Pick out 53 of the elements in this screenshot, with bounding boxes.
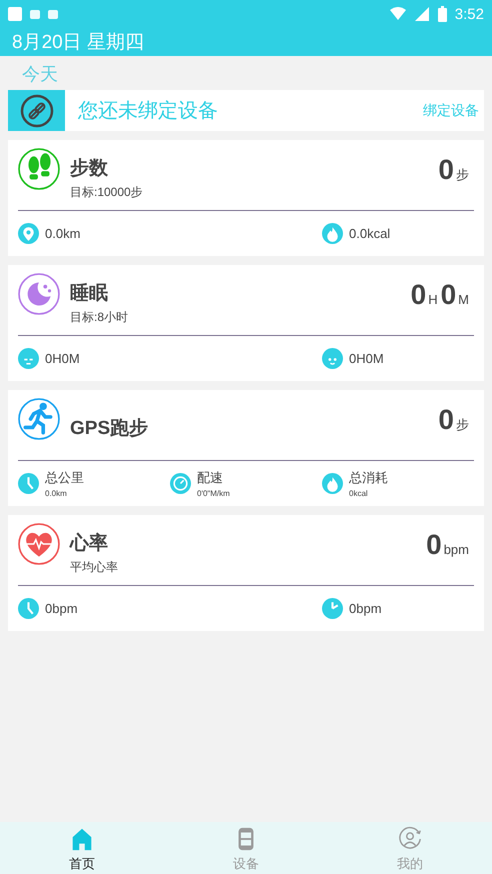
link-icon: [8, 90, 65, 131]
sleep-card[interactable]: 睡眠 目标:8小时 0 H 0 M 0H0M 0H0M: [8, 265, 484, 381]
stat-value: 0.0km: [45, 226, 80, 241]
clock-time: 3:52: [454, 6, 484, 22]
card-subtitle: 目标:8小时: [70, 309, 130, 326]
date-title: 8月20日 星期四: [12, 31, 144, 55]
section-label: 今天: [21, 63, 59, 86]
card-title: 心率: [70, 532, 109, 556]
clock-icon: [18, 598, 39, 619]
clock-icon: [322, 598, 343, 619]
value-unit: 步: [456, 416, 469, 434]
flame-icon: [322, 223, 343, 244]
stat-label: 配速: [197, 469, 224, 487]
value-unit: 步: [456, 166, 469, 184]
person-icon: [396, 826, 424, 852]
stat-value: 0bpm: [45, 601, 78, 616]
stat-value: 0H0M: [349, 351, 384, 366]
heart-card[interactable]: 心率 平均心率 0 bpm 0bpm 0bpm: [8, 515, 484, 631]
value-number: 0: [440, 279, 456, 311]
stat-value: 0H0M: [45, 351, 80, 366]
card-subtitle: 目标:10000步: [70, 184, 144, 201]
sleeping-face-icon: [18, 348, 39, 369]
stat-value: 0.0kcal: [349, 226, 390, 241]
bind-message: 您还未绑定设备: [78, 99, 219, 124]
value-number: 0: [410, 279, 426, 311]
steps-card[interactable]: 步数 目标:10000步 0 步 0.0km 0.0kcal: [8, 140, 484, 256]
nav-tab[interactable]: 首页: [0, 822, 164, 874]
value-number: 0: [438, 154, 454, 186]
stat-value: 0'0"M/km: [197, 489, 230, 498]
face-icon: [322, 348, 343, 369]
value-number: 0: [438, 404, 454, 436]
notification-icon: [8, 7, 22, 21]
pin-icon: [18, 223, 39, 244]
stat-value: 0bpm: [349, 601, 382, 616]
card-title: 步数: [70, 157, 109, 181]
wifi-icon: [390, 6, 406, 22]
flame-icon: [322, 473, 343, 494]
clock-icon: [18, 473, 39, 494]
battery-icon: [438, 6, 447, 22]
stat-label: 总消耗: [349, 469, 388, 487]
card-title: 睡眠: [70, 282, 109, 306]
stat-label: 总公里: [45, 469, 84, 487]
value-number: 0: [426, 529, 442, 561]
value-unit: M: [458, 292, 469, 307]
run-card[interactable]: GPS跑步 0 步 总公里 0.0km 配速 0'0"M/km 总消耗 0kcal: [8, 390, 484, 506]
value-unit: bpm: [444, 542, 469, 557]
card-subtitle: 平均心率: [70, 559, 119, 576]
gauge-icon: [170, 473, 191, 494]
signal-icon: [414, 6, 430, 22]
card-title: GPS跑步: [70, 417, 150, 441]
value-unit: H: [428, 292, 438, 307]
stat-value: 0.0km: [45, 489, 68, 498]
stat-value: 0kcal: [349, 489, 369, 498]
